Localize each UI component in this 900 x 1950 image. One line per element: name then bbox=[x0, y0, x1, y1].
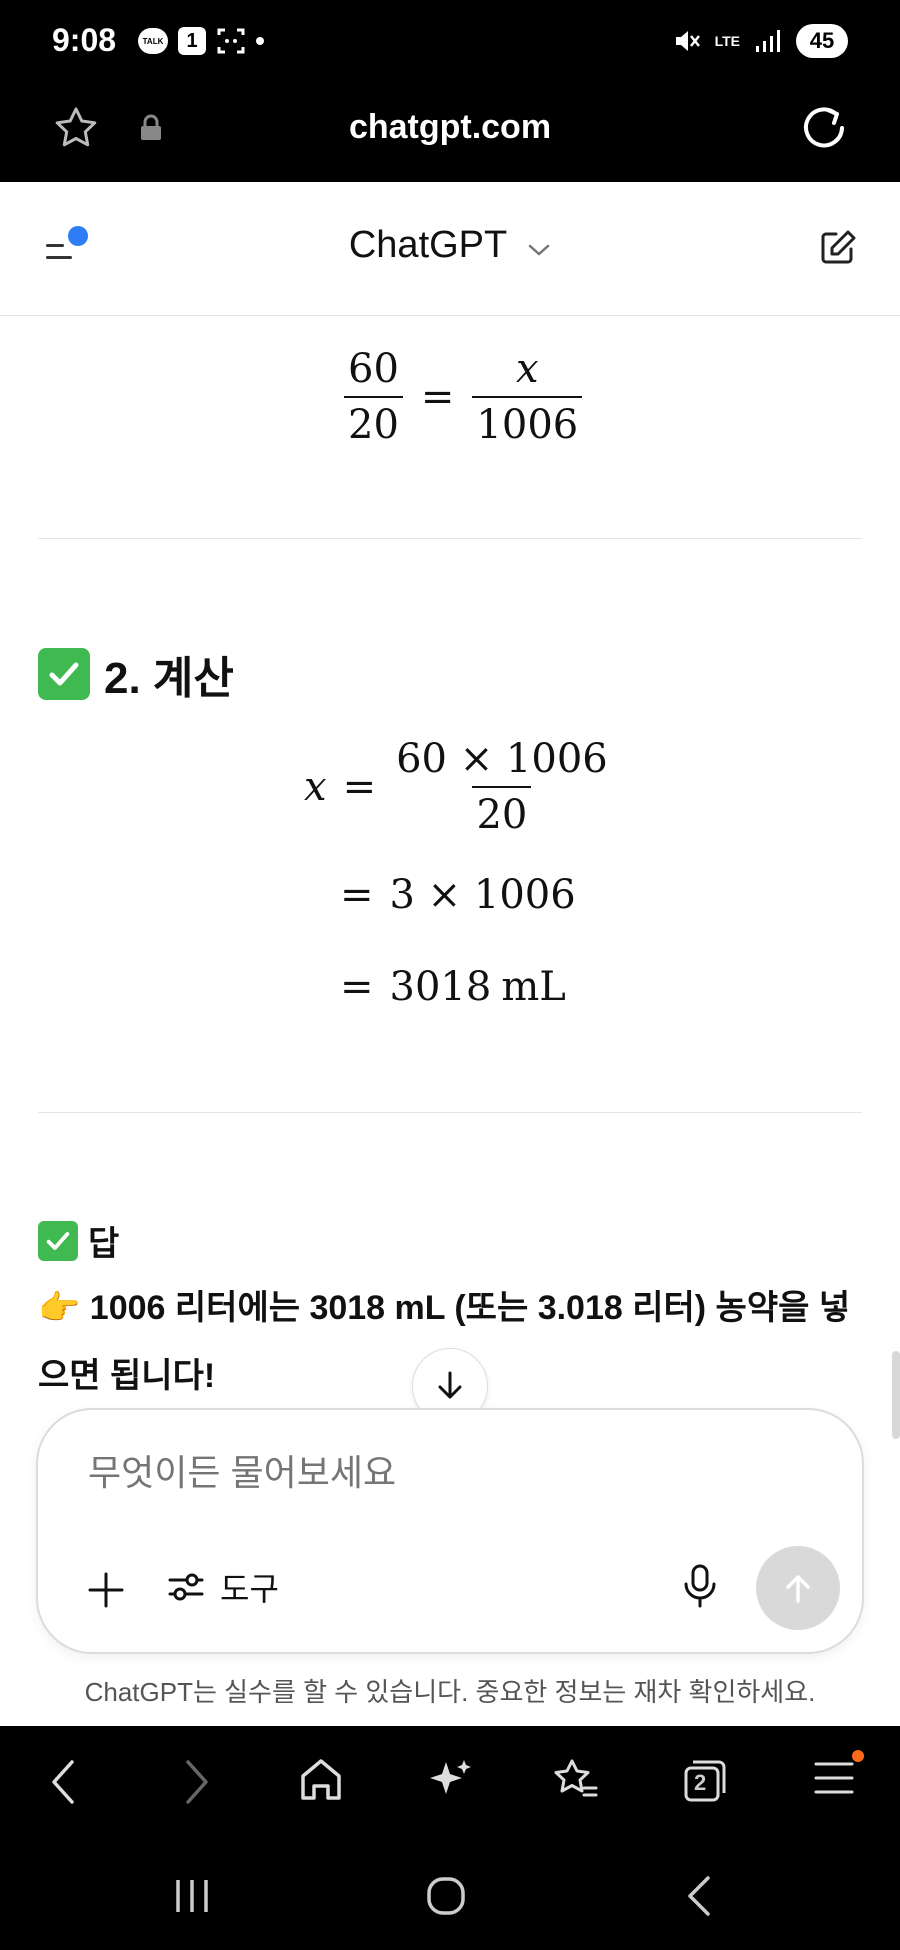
calc-expression: 3 × 1006 bbox=[389, 872, 576, 918]
lte-indicator: LTE bbox=[714, 33, 740, 49]
recent-apps-icon bbox=[176, 1880, 208, 1912]
home-button[interactable] bbox=[298, 1756, 344, 1809]
chevron-down-icon bbox=[527, 225, 551, 268]
forward-button[interactable] bbox=[176, 1756, 216, 1813]
menu-button[interactable] bbox=[812, 1750, 864, 1805]
sparkle-icon bbox=[430, 1760, 471, 1794]
system-back-button[interactable] bbox=[680, 1874, 720, 1923]
calculation-line-2: = 3 × 1006 bbox=[340, 872, 576, 918]
back-arrow-icon bbox=[688, 1876, 710, 1916]
check-mark-icon bbox=[38, 648, 90, 700]
answer-heading: 답 bbox=[38, 1216, 119, 1265]
section-title: 2. 계산 bbox=[104, 654, 234, 703]
answer-title: 답 bbox=[88, 1225, 120, 1263]
system-status: LTE 45 bbox=[673, 24, 848, 58]
browser-address-bar: chatgpt.com bbox=[0, 84, 900, 182]
model-selector[interactable]: ChatGPT bbox=[0, 224, 900, 268]
check-mark-icon bbox=[38, 1220, 78, 1261]
back-button[interactable] bbox=[44, 1756, 84, 1813]
attach-button[interactable] bbox=[86, 1570, 126, 1615]
pointing-hand-icon: 👉 bbox=[38, 1289, 81, 1327]
calculation-line-1: x = 60 × 1006 20 bbox=[304, 736, 612, 838]
status-bar: 9:08 TALK 1 LTE 45 bbox=[0, 0, 900, 84]
sliders-icon bbox=[168, 1573, 204, 1601]
numerator: 60 × 1006 bbox=[396, 736, 608, 782]
tab-count: 2 bbox=[694, 1770, 707, 1795]
variable-x: x bbox=[304, 764, 327, 810]
page-title: ChatGPT bbox=[348, 224, 507, 266]
chevron-left-icon bbox=[52, 1760, 74, 1804]
tools-label: 도구 bbox=[220, 1571, 279, 1607]
equals-sign: = bbox=[340, 964, 374, 1010]
numerator: 60 bbox=[348, 346, 399, 392]
proportion-equation: 60 20 = x 1006 bbox=[344, 346, 583, 448]
recent-apps-button[interactable] bbox=[172, 1876, 212, 1921]
home-nav-button[interactable] bbox=[424, 1874, 468, 1923]
calculation-line-3: = 3018 mL bbox=[340, 964, 566, 1010]
bookmarks-button[interactable] bbox=[552, 1756, 600, 1809]
message-input[interactable] bbox=[88, 1452, 788, 1494]
chevron-right-icon bbox=[186, 1760, 208, 1804]
home-circle-icon bbox=[427, 1877, 465, 1915]
send-button[interactable] bbox=[756, 1546, 840, 1630]
arrow-down-icon bbox=[438, 1371, 462, 1399]
system-navigation-bar bbox=[0, 1838, 900, 1950]
equals-sign: = bbox=[342, 764, 377, 810]
mute-icon bbox=[675, 31, 700, 51]
equals-sign: = bbox=[340, 872, 374, 918]
message-composer: 도구 bbox=[36, 1408, 864, 1654]
equals-sign: = bbox=[420, 374, 455, 420]
battery-indicator: 45 bbox=[796, 24, 848, 58]
denominator: 20 bbox=[344, 396, 403, 448]
arrow-up-icon bbox=[786, 1575, 810, 1603]
notification-badge: 1 bbox=[178, 27, 206, 55]
tools-button[interactable]: 도구 bbox=[166, 1564, 279, 1610]
fraction: 60 20 bbox=[344, 346, 403, 448]
tabs-button[interactable]: 2 bbox=[680, 1756, 730, 1811]
edit-icon bbox=[821, 230, 856, 264]
hamburger-icon bbox=[814, 1762, 854, 1794]
section-heading: 2. 계산 bbox=[38, 642, 234, 706]
divider bbox=[38, 538, 862, 539]
chat-header: ChatGPT bbox=[0, 182, 900, 316]
denominator: 1006 bbox=[472, 396, 583, 448]
chat-content: 60 20 = x 1006 2. 계산 x = 60 × 1006 20 = … bbox=[0, 316, 900, 1726]
disclaimer-text: ChatGPT는 실수를 할 수 있습니다. 중요한 정보는 재차 확인하세요. bbox=[84, 1677, 816, 1707]
denominator: 20 bbox=[472, 786, 532, 838]
more-notifications-dot bbox=[256, 37, 264, 45]
scrollbar-thumb[interactable] bbox=[892, 1351, 900, 1439]
fraction: x 1006 bbox=[472, 346, 583, 448]
notification-icons: TALK 1 bbox=[138, 26, 264, 56]
url-text[interactable]: chatgpt.com bbox=[0, 108, 900, 147]
divider bbox=[38, 1112, 862, 1113]
screenshot-icon bbox=[217, 28, 245, 54]
calc-unit: mL bbox=[501, 964, 566, 1010]
fraction: 60 × 1006 20 bbox=[392, 736, 612, 838]
kakaotalk-icon: TALK bbox=[138, 28, 168, 54]
bookmark-list-icon bbox=[554, 1759, 598, 1797]
home-icon bbox=[301, 1759, 341, 1800]
ai-assistant-button[interactable] bbox=[426, 1756, 474, 1809]
numerator: x bbox=[516, 346, 539, 392]
new-chat-button[interactable] bbox=[816, 226, 860, 275]
microphone-button[interactable] bbox=[680, 1562, 720, 1615]
notification-dot bbox=[852, 1750, 864, 1762]
microphone-icon bbox=[684, 1564, 716, 1608]
signal-icon bbox=[756, 30, 780, 52]
reload-icon[interactable] bbox=[798, 102, 850, 159]
browser-toolbar: 2 bbox=[0, 1726, 900, 1838]
plus-icon bbox=[88, 1572, 124, 1608]
calc-result: 3018 bbox=[389, 964, 492, 1010]
status-time: 9:08 bbox=[52, 22, 117, 58]
